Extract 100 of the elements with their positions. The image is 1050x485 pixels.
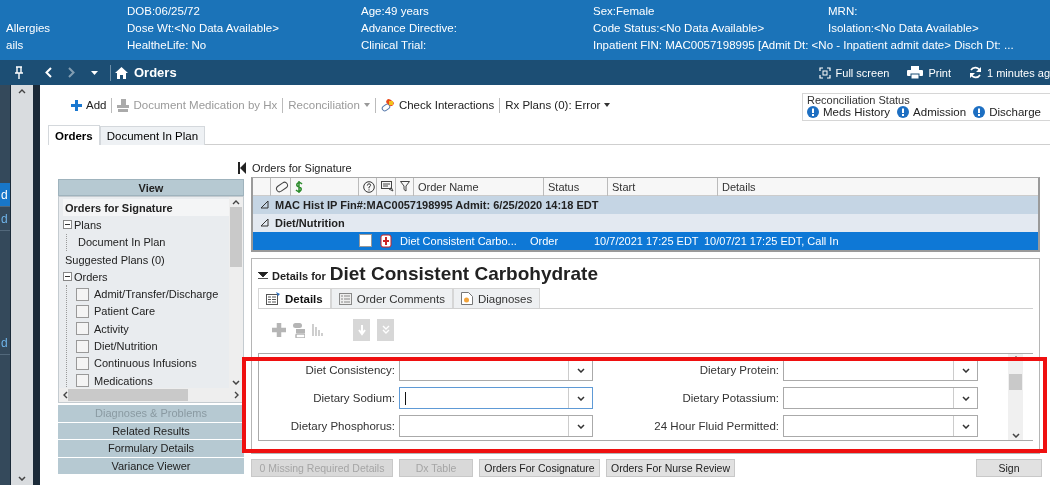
chevron-left-icon: [45, 67, 52, 78]
column-header[interactable]: Details: [718, 177, 1038, 196]
plus-icon[interactable]: [272, 323, 286, 337]
order-row[interactable]: Diet Consistent Carbo... Order 10/7/2021 17:25 EDT 10/07/21 17:25 EDT, Call In: [253, 232, 1038, 250]
caret-icon: [363, 103, 370, 107]
scroll-thumb[interactable]: [230, 207, 242, 267]
status-item[interactable]: Meds History: [807, 106, 891, 118]
field-label: Dietary Potassium:: [681, 392, 780, 404]
expand-button[interactable]: [377, 319, 394, 341]
table-cell-text: 10/7/2021 17:25 EDT: [593, 235, 700, 247]
details-title: Diet Consistent Carbohydrate: [329, 263, 598, 285]
tree-item[interactable]: Plans: [63, 216, 229, 234]
banner-text: Inpatient FIN: MAC0057198995 [Admit Dt: <No - Inpatient admit date> Disch Dt: ...: [593, 38, 1014, 53]
stack-icon[interactable]: [293, 322, 305, 338]
page-title: Orders: [134, 65, 177, 80]
section-button[interactable]: Variance Viewer: [58, 457, 244, 474]
expanded-icon: [261, 219, 269, 227]
tab[interactable]: Document In Plan: [99, 126, 206, 145]
tree-item[interactable]: Activity: [76, 320, 229, 338]
refresh-button[interactable]: 1 minutes ag: [969, 66, 1050, 79]
scroll-thumb[interactable]: [68, 389, 188, 401]
dropdown-field[interactable]: [783, 359, 978, 381]
menu-button[interactable]: Rx Plans (0): Error: [500, 99, 616, 111]
scrollbar[interactable]: [11, 85, 33, 485]
tab[interactable]: Diagnoses: [452, 288, 541, 308]
interactions-button[interactable]: Check Interactions: [375, 98, 500, 112]
section-button[interactable]: Related Results: [58, 422, 244, 439]
caret-icon: [91, 70, 98, 75]
group-row[interactable]: MAC Hist IP Fin#:MAC0057198995 Admit: 6/25/2020 14:18 EDT: [253, 196, 1038, 214]
scrollbar[interactable]: [59, 388, 243, 402]
comment-icon: [381, 180, 394, 193]
tree-item[interactable]: Document In Plan: [76, 233, 229, 251]
fullscreen-button[interactable]: Full screen: [818, 66, 890, 79]
group-row[interactable]: Diet/Nutrition: [253, 214, 1038, 232]
expanded-icon: [261, 201, 269, 209]
info-icon: [807, 106, 819, 118]
status-item[interactable]: Admission: [897, 106, 967, 118]
checkbox[interactable]: [76, 322, 89, 336]
chevron-down-icon: [961, 367, 970, 373]
field-label: Dietary Phosphorus:: [289, 420, 396, 432]
scrollbar[interactable]: [1008, 354, 1023, 440]
move-down-button[interactable]: [353, 319, 370, 341]
column-header[interactable]: Status: [544, 177, 608, 196]
dropdown-field[interactable]: [399, 359, 593, 381]
tree-item[interactable]: Medications: [76, 371, 229, 388]
scroll-thumb[interactable]: [1009, 374, 1022, 390]
tree-item[interactable]: Diet/Nutrition: [76, 337, 229, 355]
dropdown-field[interactable]: [783, 415, 978, 437]
checkbox[interactable]: [76, 339, 89, 353]
dropdown-field[interactable]: [399, 387, 593, 409]
tree-item[interactable]: Suggested Plans (0): [63, 250, 229, 269]
chevron-up-icon: [18, 89, 26, 94]
checkbox[interactable]: [76, 374, 89, 388]
collapse-left-icon[interactable]: [238, 161, 246, 175]
chevron-down-icon: [576, 367, 585, 373]
checkbox[interactable]: [76, 356, 89, 370]
strip-item[interactable]: d: [0, 331, 10, 355]
checkbox[interactable]: [359, 234, 372, 247]
add-button[interactable]: Add: [66, 99, 112, 111]
field-label: Dietary Sodium:: [312, 392, 396, 404]
strip-item[interactable]: d: [0, 207, 10, 231]
field-label: 24 Hour Fluid Permitted:: [653, 420, 780, 432]
strip-item[interactable]: d: [0, 183, 10, 207]
tree-item[interactable]: Orders for Signature: [63, 199, 229, 217]
scrollbar[interactable]: [229, 197, 243, 388]
print-button[interactable]: Print: [907, 66, 951, 79]
tree-item[interactable]: Patient Care: [76, 302, 229, 321]
tree-item[interactable]: Continuous Infusions: [76, 354, 229, 372]
footer-button[interactable]: Orders For Cosignature: [479, 459, 600, 477]
column-header[interactable]: Start: [608, 177, 718, 196]
column-header[interactable]: Order Name: [414, 177, 544, 196]
checkbox[interactable]: [76, 287, 89, 301]
tab[interactable]: Orders: [48, 125, 100, 145]
collapse-icon[interactable]: [258, 272, 268, 280]
order-icon: [380, 234, 392, 248]
table-cell-text: Diet Consistent Carbo...: [399, 235, 518, 247]
sign-button[interactable]: Sign: [976, 459, 1042, 477]
list-icon: [338, 292, 352, 305]
pin-icon[interactable]: [13, 66, 24, 79]
banner-text: HealtheLife: No: [127, 38, 207, 53]
status-item[interactable]: Discharge: [973, 106, 1041, 118]
chevron-down-icon: [1011, 433, 1020, 438]
footer-button[interactable]: Orders For Nurse Review: [606, 459, 736, 477]
chevron-right-icon: [234, 391, 239, 399]
tree-item[interactable]: Orders: [63, 268, 229, 286]
stamp-icon: [117, 98, 130, 112]
field-label: Dietary Protein:: [698, 364, 780, 376]
section-title: Orders for Signature: [251, 161, 353, 176]
tab[interactable]: Details: [258, 288, 331, 308]
fullscreen-icon: [818, 66, 831, 79]
dropdown-field[interactable]: [399, 415, 593, 437]
tab[interactable]: Order Comments: [330, 288, 453, 308]
section-button[interactable]: Formulary Details: [58, 440, 244, 457]
tree-item[interactable]: Admit/Transfer/Discharge: [76, 285, 229, 303]
checkbox[interactable]: [76, 304, 89, 318]
caret-icon: [604, 103, 611, 107]
dropdown-field[interactable]: [783, 387, 978, 409]
home-icon[interactable]: [115, 66, 128, 79]
bar-chart-icon[interactable]: [312, 324, 325, 336]
info-icon: [897, 106, 910, 118]
